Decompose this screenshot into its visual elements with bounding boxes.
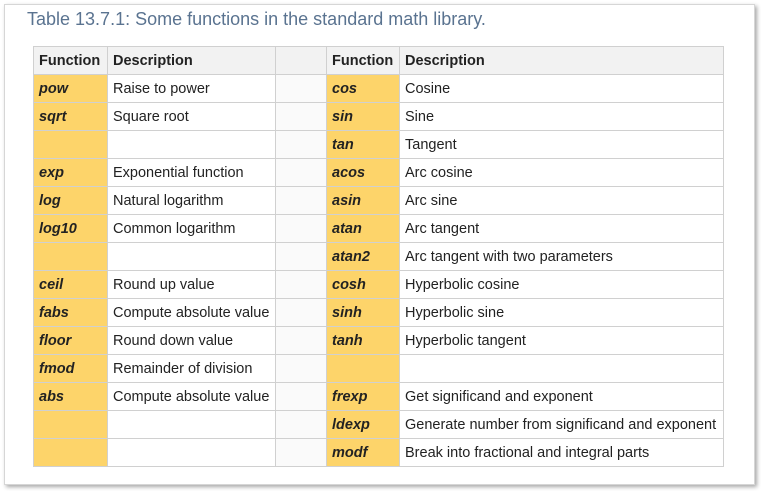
right-description-cell: Hyperbolic sine [399, 298, 724, 327]
table-row: fabs Compute absolute value sinh Hyperbolic… [33, 298, 724, 327]
table-row: fmod Remainder of division [33, 354, 724, 383]
left-function-cell: ceil [33, 270, 108, 299]
table-row: sqrt Square root sin Sine [33, 102, 724, 131]
table-row: ceil Round up value cosh Hyperbolic cosine [33, 270, 724, 299]
table-row: tan Tangent [33, 130, 724, 159]
left-function-cell: floor [33, 326, 108, 355]
right-function-cell: ldexp [326, 410, 400, 439]
math-functions-table: Function Description Function Descriptio… [33, 46, 724, 467]
left-description-cell: Square root [107, 102, 276, 131]
right-function-cell: tan [326, 130, 400, 159]
left-description-cell [107, 410, 276, 439]
spacer-cell [275, 74, 327, 103]
right-function-cell: frexp [326, 382, 400, 411]
right-description-cell: Break into fractional and integral parts [399, 438, 724, 467]
spacer-cell [275, 326, 327, 355]
left-description-cell: Compute absolute value [107, 382, 276, 411]
spacer-cell [275, 130, 327, 159]
left-description-cell [107, 438, 276, 467]
table-row: pow Raise to power cos Cosine [33, 74, 724, 103]
left-function-cell [33, 438, 108, 467]
right-function-cell: sinh [326, 298, 400, 327]
table-row: ldexp Generate number from significand an… [33, 410, 724, 439]
left-description-cell [107, 130, 276, 159]
right-description-cell: Arc tangent [399, 214, 724, 243]
spacer-cell [275, 382, 327, 411]
right-function-cell: atan [326, 214, 400, 243]
left-function-cell [33, 242, 108, 271]
right-function-cell: modf [326, 438, 400, 467]
right-description-cell: Get significand and exponent [399, 382, 724, 411]
right-function-cell: asin [326, 186, 400, 215]
spacer-cell [275, 354, 327, 383]
right-description-cell: Arc tangent with two parameters [399, 242, 724, 271]
left-function-cell: abs [33, 382, 108, 411]
left-description-cell: Common logarithm [107, 214, 276, 243]
left-description-cell: Compute absolute value [107, 298, 276, 327]
right-description-cell: Cosine [399, 74, 724, 103]
left-description-cell [107, 242, 276, 271]
right-function-cell: acos [326, 158, 400, 187]
spacer-cell [275, 158, 327, 187]
spacer-cell [275, 186, 327, 215]
left-description-cell: Round down value [107, 326, 276, 355]
right-description-cell: Hyperbolic tangent [399, 326, 724, 355]
spacer-cell [275, 214, 327, 243]
table-row: floor Round down value tanh Hyperbolic tang… [33, 326, 724, 355]
spacer-cell [275, 102, 327, 131]
spacer-cell [275, 438, 327, 467]
spacer-cell [275, 270, 327, 299]
right-function-cell: cos [326, 74, 400, 103]
table-row: log Natural logarithm asin Arc sine [33, 186, 724, 215]
table-row: log10 Common logarithm atan Arc tangent [33, 214, 724, 243]
spacer-cell [275, 410, 327, 439]
table-row: modf Break into fractional and integral p… [33, 438, 724, 467]
header-description-right: Description [399, 46, 724, 75]
right-function-cell: tanh [326, 326, 400, 355]
right-description-cell: Tangent [399, 130, 724, 159]
table-row: exp Exponential function acos Arc cosine [33, 158, 724, 187]
right-function-cell: atan2 [326, 242, 400, 271]
right-function-cell: cosh [326, 270, 400, 299]
right-description-cell [399, 354, 724, 383]
spacer-cell [275, 298, 327, 327]
spacer-cell [275, 242, 327, 271]
left-function-cell [33, 130, 108, 159]
header-spacer [275, 46, 327, 75]
table-header-row: Function Description Function Descriptio… [33, 46, 724, 75]
right-description-cell: Generate number from significand and exp… [399, 410, 724, 439]
header-description-left: Description [107, 46, 276, 75]
left-description-cell: Remainder of division [107, 354, 276, 383]
table-row: abs Compute absolute value frexp Get signif… [33, 382, 724, 411]
header-function-right: Function [326, 46, 400, 75]
left-function-cell: fabs [33, 298, 108, 327]
left-description-cell: Raise to power [107, 74, 276, 103]
left-description-cell: Round up value [107, 270, 276, 299]
right-description-cell: Hyperbolic cosine [399, 270, 724, 299]
left-function-cell: exp [33, 158, 108, 187]
left-function-cell: log10 [33, 214, 108, 243]
left-function-cell: fmod [33, 354, 108, 383]
right-function-cell: sin [326, 102, 400, 131]
table-caption: Table 13.7.1: Some functions in the stan… [27, 9, 486, 29]
left-description-cell: Natural logarithm [107, 186, 276, 215]
left-function-cell: log [33, 186, 108, 215]
table-row: atan2 Arc tangent with two parameters [33, 242, 724, 271]
right-description-cell: Sine [399, 102, 724, 131]
right-description-cell: Arc cosine [399, 158, 724, 187]
header-function-left: Function [33, 46, 108, 75]
right-description-cell: Arc sine [399, 186, 724, 215]
right-function-cell [326, 354, 400, 383]
left-function-cell [33, 410, 108, 439]
left-function-cell: sqrt [33, 102, 108, 131]
left-function-cell: pow [33, 74, 108, 103]
left-description-cell: Exponential function [107, 158, 276, 187]
